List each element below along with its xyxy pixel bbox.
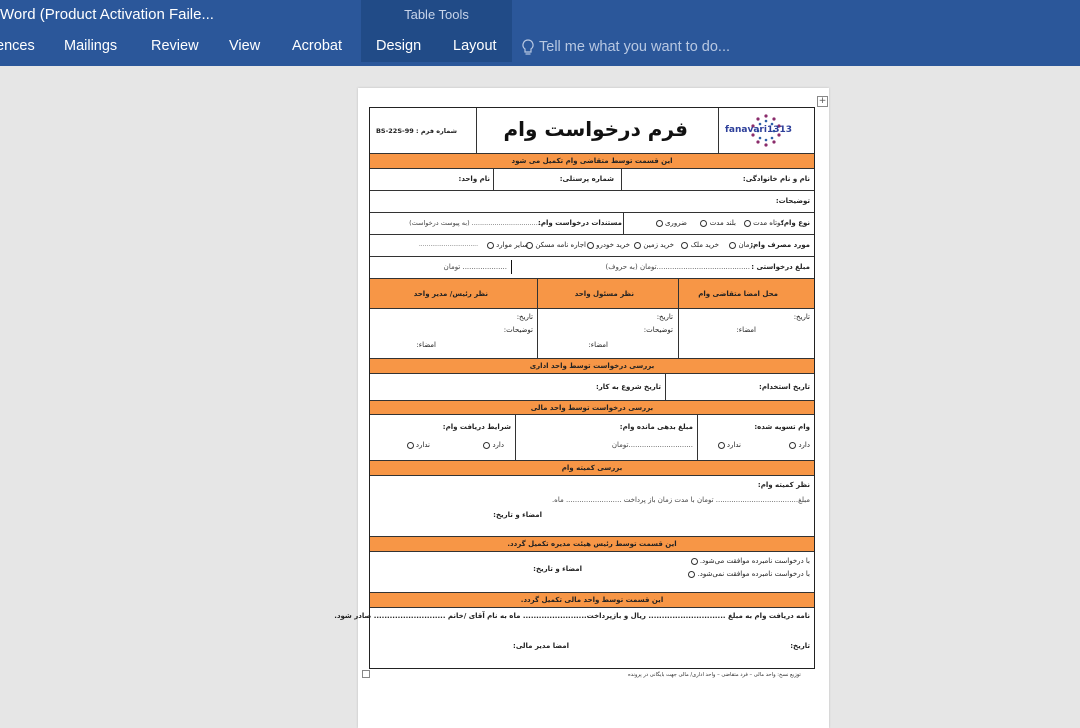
row-board: با درخواست نامبرده موافقت می‌شود. با درخ…: [370, 552, 814, 593]
finance-sign-label: امضا مدیر مالی:: [513, 642, 569, 650]
debt-line: .............................تومان: [611, 441, 693, 449]
section-applicant-title: این قسمت توسط متقاضی وام تکمیل می شود: [511, 157, 673, 165]
description-label: توضیحات:: [775, 197, 810, 205]
sign-applicant-header: محل امضا متقاضی وام: [698, 290, 778, 298]
board-approve[interactable]: با درخواست نامبرده موافقت می‌شود.: [690, 557, 810, 565]
loan-type-urgent[interactable]: ضروری: [655, 219, 687, 227]
amount-label: مبلغ درخواستی :: [751, 263, 810, 271]
signature-header-row: محل امضا متقاضی وام نظر مسئول واحد نظر ر…: [370, 279, 814, 309]
tab-view[interactable]: View: [229, 38, 260, 54]
committee-opinion-label: نظر کمیته وام:: [757, 481, 810, 489]
usage-treatment[interactable]: درمان: [729, 241, 756, 249]
form-number: شماره فرم : BS-22S-99: [375, 127, 457, 135]
window-title: Word (Product Activation Faile...: [0, 6, 214, 23]
section-committee: بررسی کمیته وام: [370, 461, 814, 476]
settled-yes[interactable]: دارد: [789, 441, 810, 449]
section-board: این قسمت توسط رئیس هیئت مدیره تکمیل گردد…: [370, 537, 814, 552]
section-finance-title: بررسی درخواست توسط واحد مالی: [530, 404, 654, 412]
row-committee: نظر کمیته وام: مبلغ.....................…: [370, 476, 814, 537]
manager-comment: توضیحات:: [643, 326, 673, 334]
usage-car[interactable]: خرید خودرو: [586, 241, 630, 249]
usage-land[interactable]: خرید زمین: [634, 241, 674, 249]
usage-label: مورد مصرف وام:: [750, 241, 810, 249]
hire-date-label: تاریخ استخدام:: [759, 383, 810, 391]
usage-other-line: ...............................: [418, 241, 478, 248]
ribbon: Word (Product Activation Faile... Table …: [0, 0, 1080, 66]
conditions-yes[interactable]: دارد: [483, 441, 504, 449]
row-personal: نام و نام خانوادگی: شماره پرسنلی: نام وا…: [370, 169, 814, 191]
unit-label: نام واحد:: [458, 175, 490, 183]
name-label: نام و نام خانوادگی:: [742, 175, 810, 183]
tab-layout[interactable]: Layout: [453, 38, 497, 54]
payment-date: تاریخ:: [790, 642, 810, 650]
loan-type-short[interactable]: کوتاه مدت: [743, 219, 784, 227]
settled-label: وام تسویه شده:: [754, 423, 810, 431]
usage-property[interactable]: خرید ملک: [681, 241, 719, 249]
board-reject[interactable]: با درخواست نامبرده موافقت نمی‌شود.: [688, 570, 810, 578]
loan-request-form: fanavari1313 فرم درخواست وام شماره فرم :…: [334, 107, 815, 669]
docs-hint: ................................... (به …: [409, 219, 544, 227]
settled-no[interactable]: ندارد: [717, 441, 741, 449]
row-usage: مورد مصرف وام: درمان خرید ملک خرید زمین …: [370, 235, 814, 257]
tab-references[interactable]: ences: [0, 38, 35, 54]
amount-text-line: ........................................…: [605, 263, 750, 271]
usage-other[interactable]: سایر موارد: [486, 241, 528, 249]
personnel-label: شماره پرسنلی:: [559, 175, 614, 183]
usage-rent[interactable]: اجاره نامه مسکن: [526, 241, 586, 249]
tab-review[interactable]: Review: [151, 38, 199, 54]
form-header-row: fanavari1313 فرم درخواست وام شماره فرم :…: [370, 108, 814, 154]
signature-row: تاریخ: امضاء: تاریخ: توضیحات: امضاء: تار…: [370, 309, 814, 359]
section-finance: بررسی درخواست توسط واحد مالی: [370, 401, 814, 415]
sign-head-header: نظر رئیس/ مدیر واحد: [413, 290, 488, 298]
sign-manager-header: نظر مسئول واحد: [574, 290, 634, 298]
table-resize-handle[interactable]: [362, 670, 370, 678]
section-board-title: این قسمت توسط رئیس هیئت مدیره تکمیل گردد…: [507, 540, 677, 548]
conditions-label: شرایط دریافت وام:: [442, 423, 511, 431]
conditions-no[interactable]: ندارد: [406, 441, 430, 449]
debt-label: مبلغ بدهی مانده وام:: [619, 423, 693, 431]
row-loan-type: نوع وام: کوتاه مدت بلند مدت ضروری مستندا…: [370, 213, 814, 235]
distribution-footer: توزیع نسخ: واحد مالی – فرد متقاضی – واحد…: [628, 672, 801, 678]
loan-type-long[interactable]: بلند مدت: [700, 219, 736, 227]
applicant-date: تاریخ:: [793, 313, 810, 321]
tab-acrobat[interactable]: Acrobat: [292, 38, 342, 54]
docs-label: مستندات درخواست وام:: [538, 219, 622, 227]
row-description: توضیحات:: [370, 191, 814, 213]
table-tools-label: Table Tools: [404, 7, 469, 22]
applicant-sign: امضاء:: [736, 326, 756, 334]
row-payment: نامه دریافت وام به مبلغ ................…: [334, 608, 814, 668]
section-committee-title: بررسی کمیته وام: [561, 464, 623, 472]
start-date-label: تاریخ شروع به کار:: [595, 383, 661, 391]
form-title: فرم درخواست وام: [503, 117, 689, 141]
section-admin-title: بررسی درخواست توسط واحد اداری: [529, 362, 655, 370]
head-date: تاریخ:: [516, 313, 533, 321]
tab-design[interactable]: Design: [376, 38, 421, 54]
logo-text: fanavari1313: [725, 125, 792, 135]
committee-sign-date: امضاء و تاریخ:: [493, 511, 542, 519]
manager-date: تاریخ:: [656, 313, 673, 321]
row-admin: تاریخ استخدام: تاریخ شروع به کار:: [370, 374, 814, 401]
lightbulb-icon: [522, 38, 534, 55]
tell-me-search[interactable]: Tell me what you want to do...: [522, 37, 730, 57]
head-sign: امضاء:: [416, 341, 436, 349]
board-sign-date: امضاء و تاریخ:: [533, 565, 582, 573]
amount-number-line: .................... تومان: [443, 263, 507, 271]
tell-me-placeholder: Tell me what you want to do...: [539, 39, 731, 55]
section-admin: بررسی درخواست توسط واحد اداری: [370, 359, 814, 374]
head-comment: توضیحات:: [503, 326, 533, 334]
committee-line: مبلغ....................................…: [551, 496, 810, 504]
table-move-handle-icon[interactable]: +: [817, 96, 828, 107]
row-amount: مبلغ درخواستی : ........................…: [370, 257, 814, 279]
section-finance2: این قسمت توسط واحد مالی تکمیل گردد.: [370, 593, 814, 608]
section-applicant: این قسمت توسط متقاضی وام تکمیل می شود: [370, 154, 814, 169]
manager-sign: امضاء:: [588, 341, 608, 349]
loan-type-label: نوع وام:: [781, 219, 810, 227]
section-finance2-title: این قسمت توسط واحد مالی تکمیل گردد.: [520, 596, 664, 604]
payment-line: نامه دریافت وام به مبلغ ................…: [334, 612, 810, 620]
row-finance: وام تسویه شده: دارد ندارد مبلغ بدهی ماند…: [370, 415, 814, 461]
tab-mailings[interactable]: Mailings: [64, 38, 117, 54]
